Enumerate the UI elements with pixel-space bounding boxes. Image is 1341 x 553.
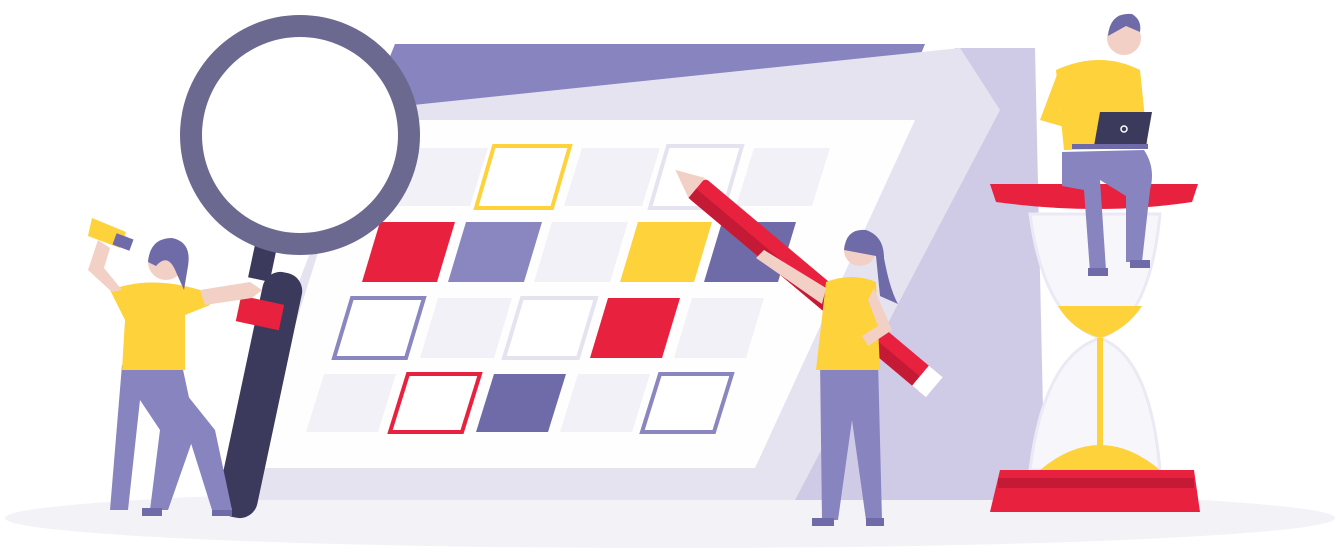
figure-shoe [1130, 260, 1150, 268]
figure-shoe [142, 508, 162, 516]
figure-shirt [110, 282, 210, 370]
figure-arm-raised [88, 240, 122, 292]
laptop-screen [1094, 112, 1152, 146]
illustration-canvas [0, 0, 1341, 553]
hourglass-sand-top [1058, 306, 1142, 338]
megaphone-handle [112, 233, 134, 251]
figure-shirt [816, 277, 880, 370]
figure-shoe [866, 518, 884, 526]
hourglass-base-shadow [998, 478, 1194, 488]
hourglass-sand-stream [1097, 338, 1103, 448]
calendar-cell [639, 372, 735, 434]
figure-legs [110, 365, 196, 510]
megaphone-icon [88, 218, 134, 251]
figure-shoe [1088, 268, 1108, 276]
hourglass-bottom-cap [990, 470, 1200, 512]
laptop-base [1072, 144, 1148, 149]
calendar-cell [501, 296, 599, 360]
calendar-cell [387, 372, 483, 434]
calendar-cell [331, 296, 427, 360]
calendar-illustration [5, 13, 1335, 548]
calendar-cell [473, 144, 573, 210]
figure-shoe [812, 518, 834, 526]
magnifier-lens [202, 37, 398, 233]
